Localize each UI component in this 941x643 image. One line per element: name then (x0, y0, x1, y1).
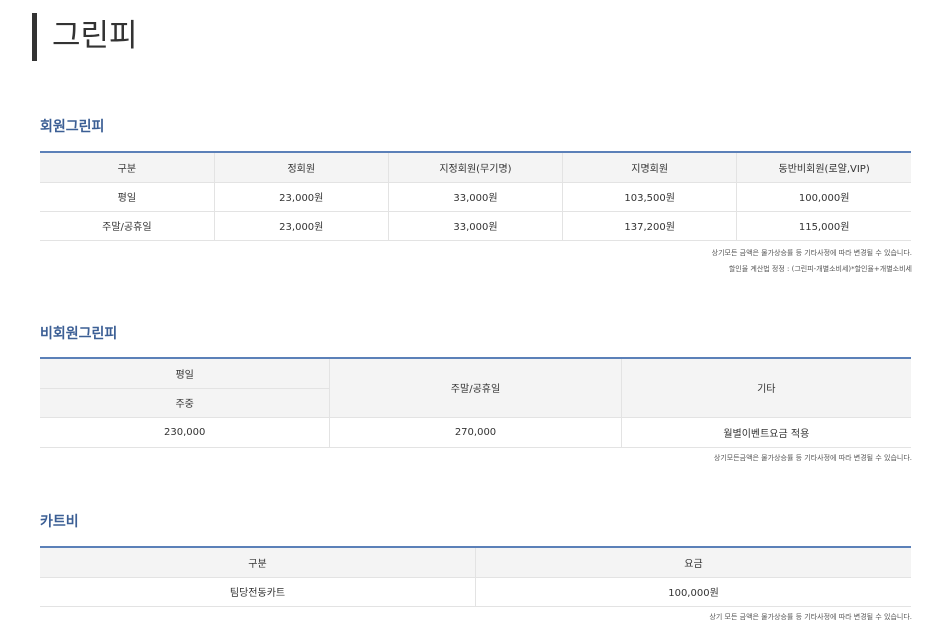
table-row: 주말/공휴일 23,000원 33,000원 137,200원 115,000원 (40, 211, 911, 241)
table-cell: 115,000원 (736, 211, 911, 241)
table-cell: 평일 (40, 182, 215, 212)
nonmember-greenfee-table: 평일 주말/공휴일 기타 주중 230,000 270,000 월별이벤트요금 … (40, 357, 911, 448)
cart-fee-table: 구분 요금 팀당전동카트 100,000원 (40, 546, 911, 607)
table-header-row: 평일 주말/공휴일 기타 (40, 358, 911, 418)
table-header-row: 구분 정회원 지정회원(무기명) 지명회원 동반비회원(로얄,VIP) (40, 152, 911, 183)
note-text: 상기모든 금액은 물가상승률 등 기타사정에 따라 변경될 수 있습니다. (711, 249, 912, 257)
column-header: 지정회원(무기명) (387, 152, 563, 183)
member-greenfee-table: 구분 정회원 지정회원(무기명) 지명회원 동반비회원(로얄,VIP) 평일 2… (40, 151, 911, 241)
table-cell: 100,000원 (736, 182, 911, 212)
column-subheader: 주중 (40, 388, 330, 418)
column-header: 기타 (620, 358, 911, 418)
column-header: 정회원 (213, 152, 389, 183)
nonmember-greenfee-title: 비회원그린피 (40, 326, 118, 342)
table-row: 팀당전동카트 100,000원 (40, 577, 911, 607)
table-row: 평일 23,000원 33,000원 103,500원 100,000원 (40, 182, 911, 212)
column-header: 구분 (40, 152, 215, 183)
table-cell: 23,000원 (213, 211, 389, 241)
table-cell: 33,000원 (387, 211, 563, 241)
cart-fee-title: 카트비 (40, 514, 79, 530)
member-greenfee-title: 회원그린피 (40, 119, 105, 135)
table-cell: 월별이벤트요금 적용 (620, 417, 911, 448)
table-cell: 23,000원 (213, 182, 389, 212)
note-text: 할인율 계산법 정정 : (그린피-개별소비세)*할인율+개별소비세 (728, 265, 912, 273)
title-accent-bar (32, 13, 37, 61)
table-cell: 팀당전동카트 (40, 577, 476, 607)
table-cell: 270,000 (329, 417, 622, 448)
table-row: 230,000 270,000 월별이벤트요금 적용 (40, 417, 911, 448)
table-cell: 33,000원 (387, 182, 563, 212)
member-notes: 상기모든 금액은 물가상승률 등 기타사정에 따라 변경될 수 있습니다. 할인… (712, 245, 912, 277)
table-cell: 100,000원 (475, 577, 911, 607)
table-cell: 137,200원 (562, 211, 737, 241)
column-header: 요금 (475, 547, 911, 578)
column-header: 주말/공휴일 (329, 358, 622, 418)
table-header-row: 구분 요금 (40, 547, 911, 578)
cart-note: 상기 모든 금액은 물가상승률 등 기타사정에 따라 변경될 수 있습니다. (709, 613, 912, 621)
column-header: 지명회원 (562, 152, 737, 183)
table-cell: 주말/공휴일 (40, 211, 215, 241)
column-header: 동반비회원(로얄,VIP) (736, 152, 911, 183)
table-cell: 230,000 (40, 417, 330, 448)
column-header: 평일 (40, 358, 330, 389)
column-header: 구분 (40, 547, 476, 578)
table-cell: 103,500원 (562, 182, 737, 212)
page-title: 그린피 (52, 18, 138, 54)
nonmember-note: 상기모든금액은 물가상승률 등 기타사정에 따라 변경될 수 있습니다. (713, 454, 912, 462)
